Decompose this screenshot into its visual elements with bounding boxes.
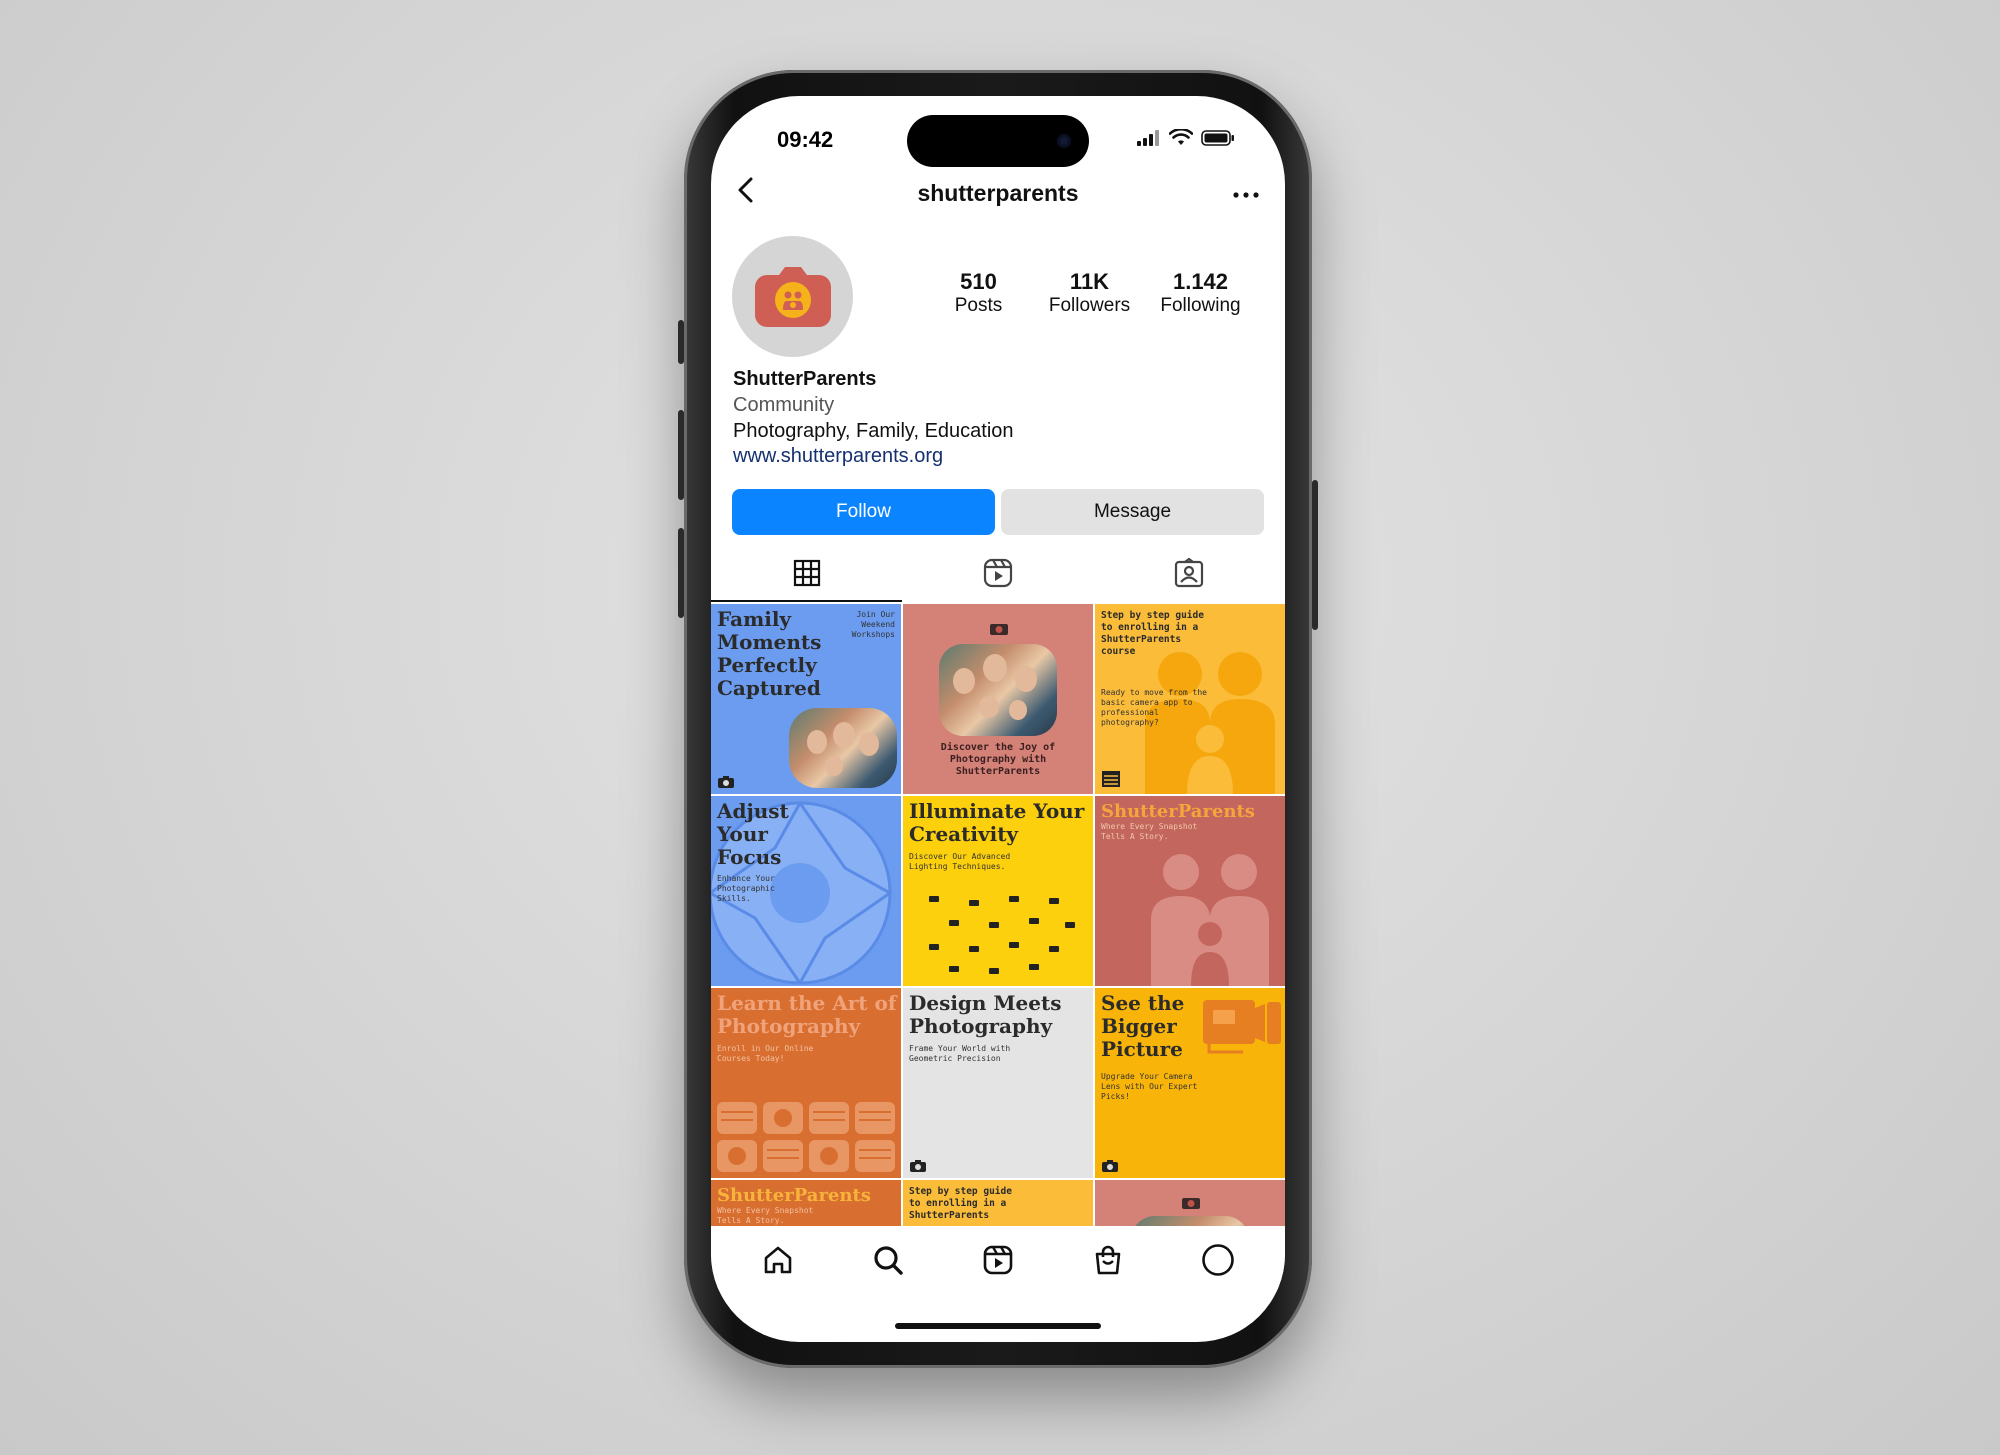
post-tile[interactable]: ShutterParents Where Every Snapshot Tell… [711, 1180, 901, 1226]
post-title: Adjust Your Focus [717, 799, 789, 869]
post-title: Illuminate Your Creativity [909, 799, 1085, 846]
post-tile[interactable]: Family Moments Perfectly Captured Join O… [711, 604, 901, 794]
post-subtitle: Upgrade Your Camera Lens with Our Expert… [1101, 1072, 1198, 1101]
profile-link[interactable]: www.shutterparents.org [733, 444, 1014, 468]
profile-stats: 510 Posts 11K Followers 1.142 Following [923, 269, 1256, 317]
post-title: ShutterParents [717, 1185, 871, 1206]
dynamic-island [907, 115, 1089, 167]
family-silhouette [1151, 854, 1269, 986]
post-tile[interactable]: See the Bigger Picture Upgrade Your Came… [1095, 988, 1285, 1178]
post-subtitle: Join Our Weekend Workshops [851, 610, 895, 639]
power-button [1312, 480, 1318, 630]
post-tile[interactable]: Step by step guide to enrolling in a Shu… [903, 1180, 1093, 1226]
post-tile[interactable] [1095, 1180, 1285, 1226]
bottom-nav [711, 1230, 1285, 1290]
profile-description: Photography, Family, Education [733, 420, 1014, 442]
post-title: Family Moments Perfectly Captured [717, 607, 822, 700]
post-caption: Discover the Joy of Photography with Shu… [940, 742, 1056, 777]
follow-button[interactable]: Follow [732, 489, 995, 535]
status-icons [1137, 129, 1235, 147]
nav-home[interactable] [748, 1238, 808, 1282]
profile-category: Community [733, 394, 835, 416]
post-subtitle: Enhance Your Photographic Skills. [717, 874, 775, 903]
profile-header: shutterparents [711, 168, 1285, 218]
camera-icon [1102, 1160, 1118, 1172]
post-title: Design Meets Photography [909, 991, 1062, 1038]
nav-reels[interactable] [968, 1238, 1028, 1282]
status-time: 09:42 [777, 127, 834, 152]
post-subtitle: Frame Your World with Geometric Precisio… [909, 1044, 1011, 1063]
volume-down-button [678, 528, 684, 618]
camera-icon [1182, 1198, 1200, 1209]
post-title: Learn the Art of Photography [717, 991, 897, 1038]
camera-lens-icon [1203, 1000, 1281, 1054]
page-title: shutterparents [917, 180, 1079, 206]
post-tile[interactable]: Adjust Your Focus Enhance Your Photograp… [711, 796, 901, 986]
camera-icon [718, 776, 734, 788]
nav-profile[interactable] [1188, 1238, 1248, 1282]
posts-count: 510 [960, 269, 997, 294]
signal-icon [1137, 130, 1159, 146]
profile-bio: ShutterParents Community Photography, Fa… [733, 366, 1014, 468]
nav-shop[interactable] [1078, 1238, 1138, 1282]
message-button[interactable]: Message [1001, 489, 1264, 535]
wifi-icon [1169, 129, 1193, 145]
profile-tabs [711, 544, 1285, 602]
following-label: Following [1160, 295, 1241, 316]
post-subtitle: Where Every Snapshot Tells A Story. [1101, 822, 1198, 841]
post-tile[interactable]: Discover the Joy of Photography with Shu… [903, 604, 1093, 794]
post-subtitle: Enroll in Our Online Courses Today! [717, 1044, 814, 1063]
family-photo [789, 708, 897, 788]
search-icon [874, 1246, 903, 1275]
volume-up-button [678, 410, 684, 500]
following-count: 1.142 [1172, 269, 1229, 294]
home-icon [764, 1246, 792, 1274]
family-photo [1131, 1216, 1249, 1226]
shop-icon [1095, 1245, 1121, 1275]
tab-tagged[interactable] [1094, 544, 1285, 602]
home-indicator [895, 1323, 1101, 1329]
reels-icon [983, 1245, 1013, 1275]
posts-label: Posts [954, 295, 1003, 316]
battery-icon [1201, 130, 1234, 146]
camera-icon [910, 1160, 926, 1172]
followers-count: 11K [1069, 269, 1110, 294]
tagged-icon [1175, 558, 1204, 588]
posts-grid: Family Moments Perfectly Captured Join O… [711, 604, 1285, 1226]
more-icon [1233, 192, 1259, 198]
post-tile[interactable]: ShutterParents Where Every Snapshot Tell… [1095, 796, 1285, 986]
profile-icon [1202, 1244, 1234, 1276]
more-options-button[interactable] [1233, 186, 1259, 198]
post-tile[interactable]: Learn the Art of Photography Enroll in O… [711, 988, 901, 1178]
action-button [678, 320, 684, 364]
following-stat[interactable]: 1.142 Following [1145, 269, 1256, 317]
spotlights-pattern [929, 896, 1075, 974]
tab-reels[interactable] [902, 544, 1093, 602]
post-title: Step by step guide to enrolling in a Shu… [1101, 610, 1204, 657]
phone-screen: 09:42 shutterparents 510 Posts 11K Follo… [711, 96, 1285, 1342]
post-tile[interactable]: Design Meets Photography Frame Your Worl… [903, 988, 1093, 1178]
post-title: Step by step guide to enrolling in a Shu… [909, 1186, 1012, 1221]
post-tile[interactable]: Illuminate Your Creativity Discover Our … [903, 796, 1093, 986]
profile-name: ShutterParents [733, 368, 877, 390]
camera-pattern [717, 1102, 895, 1172]
book-icon [1102, 771, 1120, 787]
post-subtitle: Ready to move from the basic camera app … [1101, 688, 1207, 727]
followers-stat[interactable]: 11K Followers [1034, 269, 1145, 317]
followers-label: Followers [1048, 295, 1131, 316]
avatar[interactable] [732, 236, 853, 357]
posts-stat[interactable]: 510 Posts [923, 269, 1034, 317]
post-tile[interactable]: Step by step guide to enrolling in a Shu… [1095, 604, 1285, 794]
post-subtitle: Where Every Snapshot Tells A Story. [717, 1206, 814, 1225]
family-photo [939, 644, 1057, 736]
post-title: See the Bigger Picture [1101, 991, 1185, 1061]
post-subtitle: Discover Our Advanced Lighting Technique… [909, 852, 1011, 871]
camera-icon [990, 624, 1008, 635]
grid-icon [793, 559, 820, 587]
camera-logo-icon [754, 266, 831, 327]
reels-icon [983, 558, 1013, 588]
post-title: ShutterParents [1101, 801, 1255, 822]
nav-search[interactable] [858, 1238, 918, 1282]
tab-grid[interactable] [711, 544, 903, 602]
